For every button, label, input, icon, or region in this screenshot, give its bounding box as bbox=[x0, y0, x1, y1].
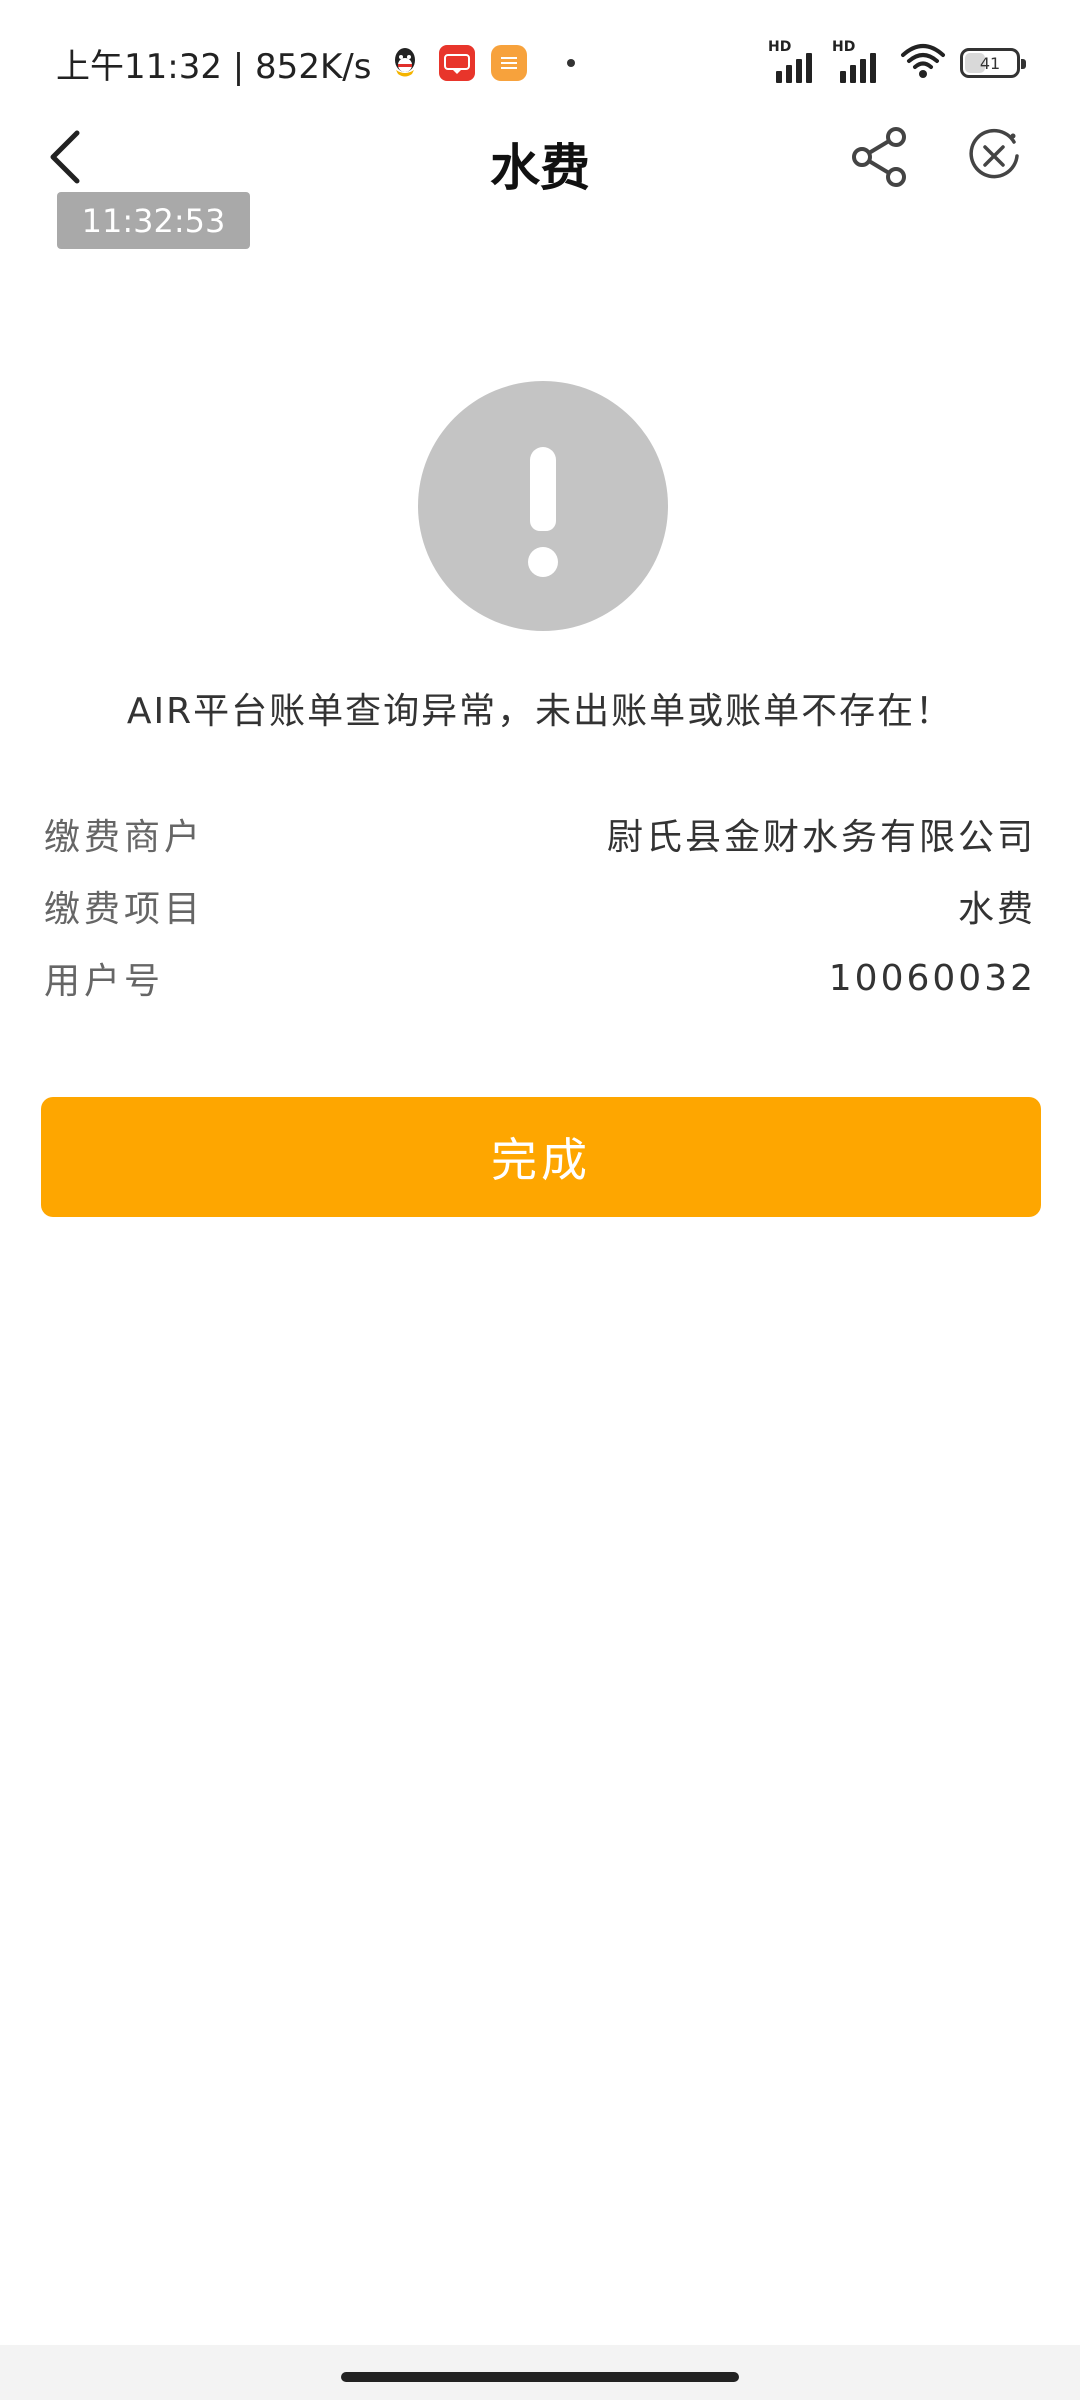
exclamation-bar bbox=[530, 447, 556, 531]
exclamation-dot bbox=[528, 547, 558, 577]
orange-app-icon bbox=[491, 45, 528, 81]
time-badge: 11:32:53 bbox=[57, 192, 250, 249]
info-row-merchant: 缴费商户 尉氏县金财水务有限公司 bbox=[44, 804, 1036, 864]
nav-bar: 水费 bbox=[0, 120, 1080, 197]
home-indicator[interactable] bbox=[341, 2372, 739, 2382]
signal-icon: HD bbox=[768, 39, 820, 83]
red-app-icon bbox=[439, 45, 476, 81]
done-button[interactable]: 完成 bbox=[41, 1097, 1041, 1217]
info-row-item: 缴费项目 水费 bbox=[44, 876, 1036, 936]
close-button[interactable] bbox=[966, 128, 1022, 184]
signal-icon-2: HD bbox=[832, 39, 884, 83]
page-title: 水费 bbox=[490, 139, 590, 197]
battery-text: 41 bbox=[979, 53, 1001, 73]
status-left: 上午11:32 | 852K/s bbox=[56, 38, 576, 88]
merchant-value: 尉氏县金财水务有限公司 bbox=[606, 817, 1036, 858]
account-label: 用户号 bbox=[44, 961, 165, 1002]
item-label: 缴费项目 bbox=[44, 889, 205, 930]
notification-dot-icon bbox=[567, 59, 576, 67]
error-message: AIR平台账单查询异常，未出账单或账单不存在！ bbox=[126, 691, 954, 732]
share-icon bbox=[852, 127, 906, 187]
item-value: 水费 bbox=[957, 889, 1036, 930]
status-bar: 上午11:32 | 852K/s HD HD 41 bbox=[0, 0, 1080, 125]
share-button[interactable] bbox=[848, 125, 912, 189]
qq-icon bbox=[387, 45, 423, 81]
info-row-account: 用户号 10060032 bbox=[44, 948, 1036, 1008]
close-circle-icon bbox=[969, 128, 1019, 179]
signal-hd-label-2: HD bbox=[832, 39, 856, 55]
battery-icon: 41 bbox=[960, 48, 1026, 78]
exclamation-icon bbox=[418, 381, 668, 631]
status-time: 上午11:32 | 852K/s bbox=[56, 46, 372, 87]
merchant-label: 缴费商户 bbox=[44, 817, 205, 858]
status-right: HD HD 41 bbox=[768, 38, 1026, 88]
wifi-icon bbox=[900, 43, 946, 83]
signal-hd-label: HD bbox=[768, 39, 792, 55]
account-value: 10060032 bbox=[828, 957, 1036, 999]
